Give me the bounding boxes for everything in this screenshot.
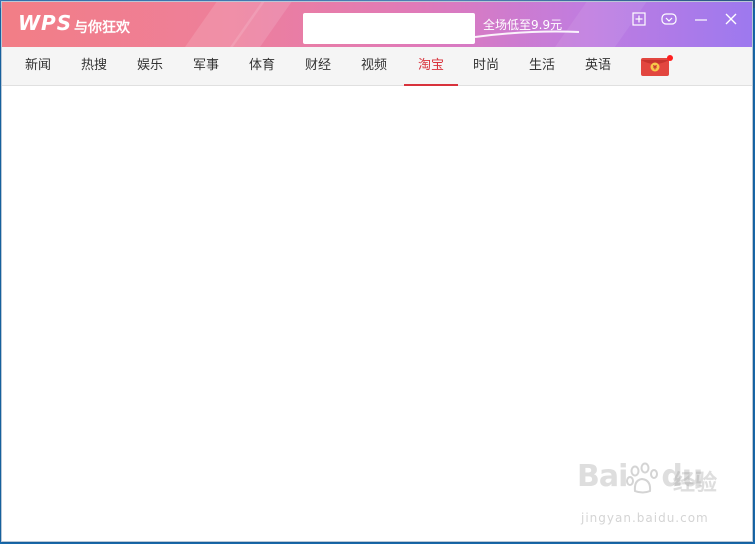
- red-packet-icon[interactable]: ¥: [640, 55, 674, 77]
- watermark-url: jingyan.baidu.com: [581, 511, 709, 525]
- tab-sports[interactable]: 体育: [236, 47, 288, 85]
- close-icon[interactable]: [723, 11, 739, 27]
- paw-icon: [626, 462, 658, 494]
- tab-finance[interactable]: 财经: [292, 47, 344, 85]
- tab-english[interactable]: 英语: [572, 47, 624, 85]
- tab-lifestyle[interactable]: 生活: [516, 47, 568, 85]
- tab-entertainment[interactable]: 娱乐: [124, 47, 176, 85]
- pin-window-icon[interactable]: [631, 11, 647, 27]
- wps-news-popup-window: WPS 与你狂欢 全场低至9.9元 新闻 热搜 娱乐 军事 体育 财经 视频 淘…: [1, 1, 753, 542]
- tab-military[interactable]: 军事: [180, 47, 232, 85]
- tab-fashion[interactable]: 时尚: [460, 47, 512, 85]
- tab-video[interactable]: 视频: [348, 47, 400, 85]
- tab-taobao[interactable]: 淘宝: [404, 47, 458, 85]
- tab-news[interactable]: 新闻: [12, 47, 64, 85]
- banner-slogan: 与你狂欢: [74, 20, 130, 36]
- skin-icon[interactable]: [661, 11, 677, 27]
- tab-trending[interactable]: 热搜: [68, 47, 120, 85]
- promo-image-placeholder[interactable]: [303, 13, 475, 44]
- wps-logo: WPS: [18, 11, 73, 35]
- baidu-jingyan-watermark: Bai du 经验 jingyan.baidu.com: [577, 457, 727, 529]
- promo-swoosh-decoration: [475, 30, 579, 38]
- promo-banner[interactable]: WPS 与你狂欢 全场低至9.9元: [2, 2, 752, 47]
- watermark-jingyan: 经验: [673, 471, 718, 496]
- minimize-icon[interactable]: [693, 11, 709, 27]
